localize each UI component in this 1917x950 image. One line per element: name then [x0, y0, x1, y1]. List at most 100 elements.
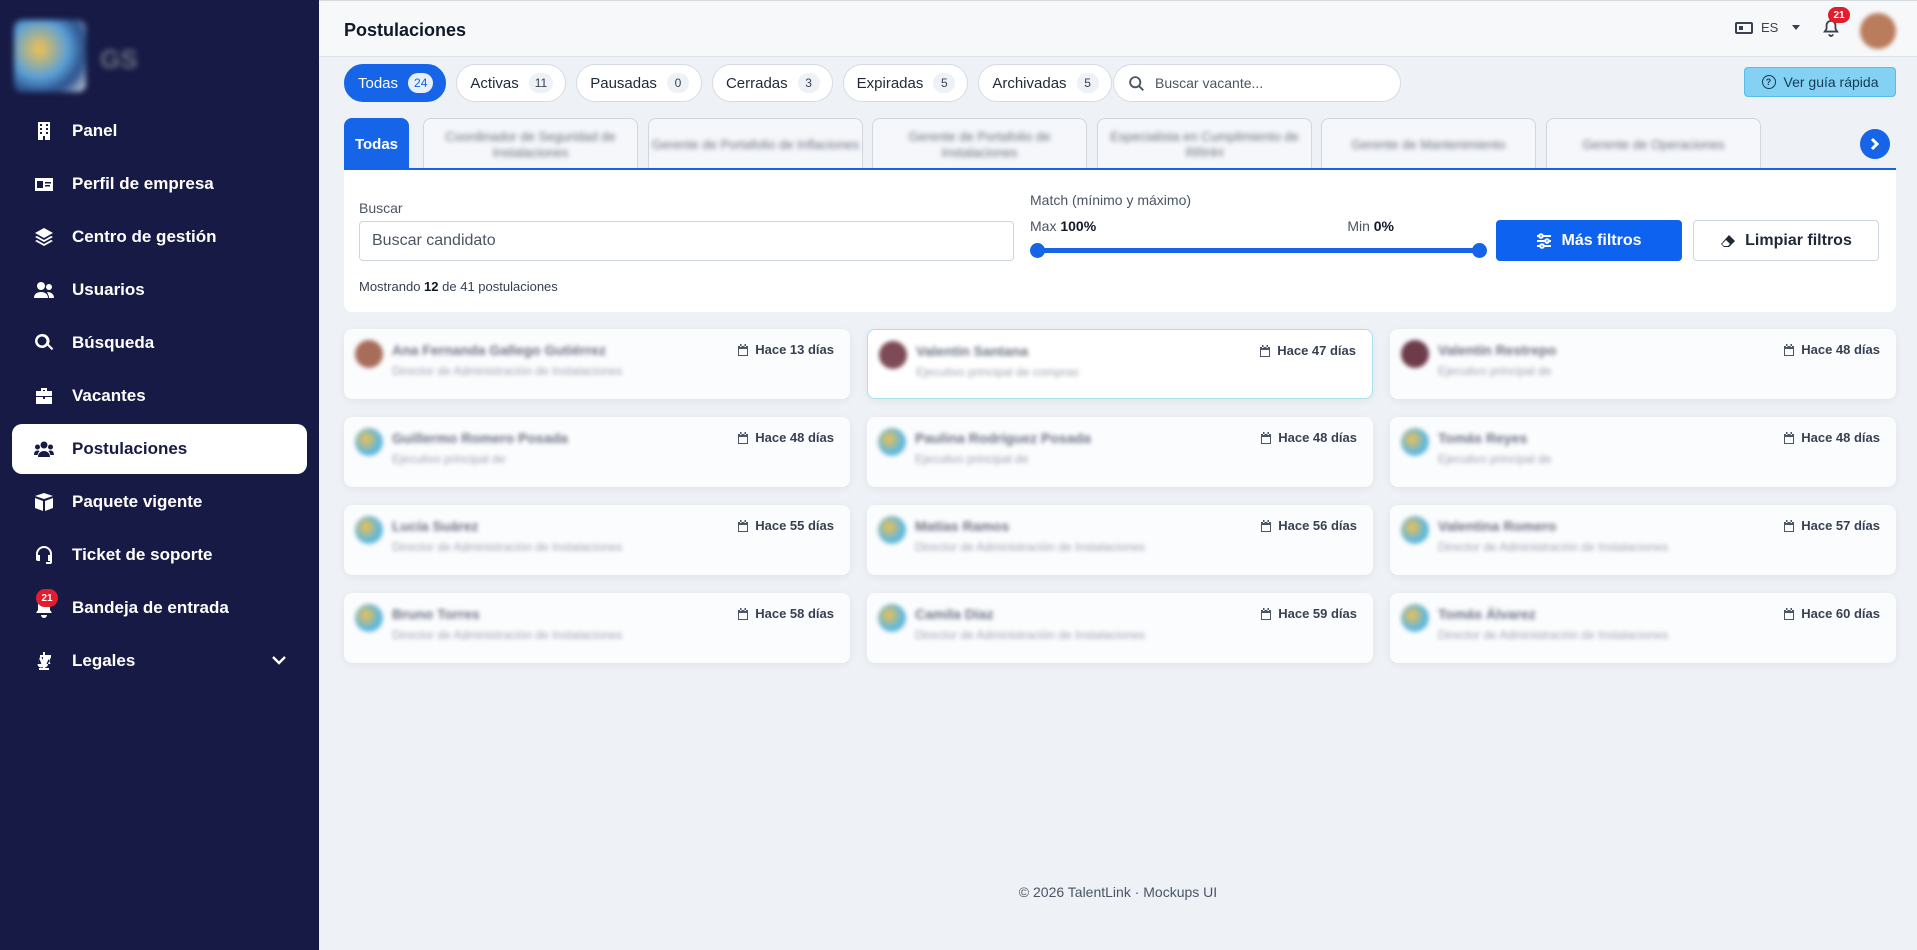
- sidebar-item-panel[interactable]: Panel: [12, 106, 307, 156]
- clear-filters-button[interactable]: Limpiar filtros: [1693, 220, 1879, 261]
- match-range-max-handle[interactable]: [1030, 243, 1045, 258]
- match-range-min-handle[interactable]: [1472, 243, 1487, 258]
- chip-label: Expiradas: [856, 74, 924, 92]
- applied-date-text: Hace 48 días: [755, 430, 834, 445]
- candidate-card[interactable]: Tomás Álvarez Director de Administración…: [1390, 593, 1896, 663]
- candidate-title: Director de Administración de Instalacio…: [1438, 540, 1669, 554]
- applied-date-text: Hace 48 días: [1801, 342, 1880, 357]
- calendar-icon: [1260, 344, 1271, 357]
- candidate-title: Director de Administración de Instalacio…: [915, 628, 1146, 642]
- chip-label: Todas: [358, 74, 399, 92]
- applied-date: Hace 60 días: [1783, 606, 1880, 621]
- sidebar-item-label: Ticket de soporte: [72, 545, 213, 564]
- avatar[interactable]: [1860, 13, 1896, 49]
- sidebar-item-legal[interactable]: Legales: [12, 636, 307, 686]
- candidate-card[interactable]: Matías Ramos Director de Administración …: [867, 505, 1373, 575]
- chip-archivadas[interactable]: Archivadas 5: [978, 64, 1112, 102]
- company-logo[interactable]: GS: [14, 20, 144, 92]
- sidebar-item-inbox[interactable]: 21 Bandeja de entrada: [12, 583, 307, 633]
- building-icon: [32, 119, 56, 143]
- applied-date: Hace 58 días: [737, 606, 834, 621]
- chip-pausadas[interactable]: Pausadas 0: [576, 64, 702, 102]
- logo-text: GS: [100, 44, 138, 74]
- tab-todas[interactable]: Todas: [344, 118, 409, 168]
- candidate-card[interactable]: Guillermo Romero Posada Ejecutivo princi…: [344, 417, 850, 487]
- candidate-card[interactable]: Ana Fernanda Gallego Gutiérrez Director …: [344, 329, 850, 399]
- chip-activas[interactable]: Activas 11: [456, 64, 567, 102]
- calendar-icon: [1261, 519, 1272, 532]
- match-range-track[interactable]: [1038, 248, 1480, 253]
- calendar-icon: [1784, 343, 1795, 356]
- sidebar-item-vacancies[interactable]: Vacantes: [12, 371, 307, 421]
- candidate-card[interactable]: Valentina Romero Director de Administrac…: [1390, 505, 1896, 575]
- users-icon: [32, 278, 56, 302]
- applied-date: Hace 55 días: [737, 518, 834, 533]
- sidebar-item-current-package[interactable]: Paquete vigente: [12, 477, 307, 527]
- tab-vacancy[interactable]: Gerente de Operaciones: [1546, 118, 1761, 168]
- match-min-label: Min: [1347, 218, 1370, 234]
- avatar: [355, 516, 383, 544]
- tab-vacancy[interactable]: Coordinador de Seguridad de Instalacione…: [423, 118, 638, 168]
- candidate-card[interactable]: Tomás Reyes Ejecutivo principal de Hace …: [1390, 417, 1896, 487]
- top-bar: Postulaciones ES 21: [319, 0, 1917, 57]
- search-label: Buscar: [359, 200, 403, 216]
- sidebar-item-users[interactable]: Usuarios: [12, 265, 307, 315]
- candidate-card[interactable]: Valentín Restrepo Ejecutivo principal de…: [1390, 329, 1896, 399]
- candidate-name: Valentín Restrepo: [1438, 342, 1557, 358]
- sidebar-item-management-center[interactable]: Centro de gestión: [12, 212, 307, 262]
- candidate-card[interactable]: Bruno Torres Director de Administración …: [344, 593, 850, 663]
- chip-todas[interactable]: Todas 24: [344, 64, 447, 102]
- headset-icon: [32, 543, 56, 567]
- candidate-card[interactable]: Valentín Santana Ejecutivo principal de …: [867, 329, 1373, 399]
- chip-label: Cerradas: [725, 74, 788, 92]
- candidate-name: Valentina Romero: [1438, 518, 1557, 534]
- tab-vacancy[interactable]: Gerente de Mantenimiento: [1321, 118, 1536, 168]
- chevron-down-icon[interactable]: [271, 652, 287, 668]
- quick-guide-button[interactable]: ? Ver guía rápida: [1744, 67, 1896, 97]
- search-icon: [1129, 75, 1144, 91]
- candidate-card[interactable]: Camila Díaz Director de Administración d…: [867, 593, 1373, 663]
- chip-expiradas[interactable]: Expiradas 5: [842, 64, 969, 102]
- vacancy-search-input[interactable]: [1155, 75, 1375, 91]
- tab-vacancy[interactable]: Gerente de Portafolio de Inflaciones: [648, 118, 863, 168]
- calendar-icon: [1784, 607, 1795, 620]
- sidebar-item-support-ticket[interactable]: Ticket de soporte: [12, 530, 307, 580]
- calendar-icon: [1261, 431, 1272, 444]
- filter-panel: Buscar Match (mínimo y máximo) Max 100% …: [344, 170, 1896, 312]
- chevron-right-icon: [1870, 137, 1880, 151]
- language-selector[interactable]: ES: [1735, 20, 1801, 35]
- sidebar-item-company-profile[interactable]: Perfil de empresa: [12, 159, 307, 209]
- more-filters-button[interactable]: Más filtros: [1496, 220, 1682, 261]
- scale-icon: [32, 649, 56, 673]
- clear-filters-label: Limpiar filtros: [1745, 231, 1852, 249]
- tab-vacancy[interactable]: Gerente de Portafolio de Instalaciones: [872, 118, 1087, 168]
- tab-label: Gerente de Operaciones: [1582, 136, 1725, 152]
- applied-date: Hace 47 días: [1259, 343, 1356, 358]
- calendar-icon: [738, 343, 749, 356]
- candidate-card[interactable]: Paulina Rodríguez Posada Ejecutivo princ…: [867, 417, 1373, 487]
- applied-date: Hace 48 días: [737, 430, 834, 445]
- avatar: [878, 604, 906, 632]
- match-max-value: 100%: [1060, 218, 1097, 234]
- sidebar-item-label: Panel: [72, 121, 118, 140]
- applied-date-text: Hace 47 días: [1277, 343, 1356, 358]
- calendar-icon: [1784, 519, 1795, 532]
- applied-date-text: Hace 57 días: [1801, 518, 1880, 533]
- users-group-icon: [32, 437, 56, 461]
- candidate-name: Valentín Santana: [916, 343, 1029, 359]
- tabs-next-button[interactable]: [1860, 129, 1890, 159]
- tab-label: Gerente de Mantenimiento: [1351, 136, 1506, 152]
- sidebar-item-search[interactable]: Búsqueda: [12, 318, 307, 368]
- match-min-value: 0%: [1373, 218, 1394, 234]
- avatar: [879, 341, 907, 369]
- language-code: ES: [1761, 20, 1779, 35]
- chip-cerradas[interactable]: Cerradas 3: [711, 64, 833, 102]
- candidate-search-input[interactable]: [359, 221, 1014, 261]
- candidate-card[interactable]: Lucía Suárez Director de Administración …: [344, 505, 850, 575]
- sidebar-item-applications[interactable]: Postulaciones: [12, 424, 307, 474]
- tab-vacancy[interactable]: Especialista en Cumplimiento de RRHH: [1097, 118, 1312, 168]
- candidate-title: Director de Administración de Instalacio…: [392, 540, 623, 554]
- candidate-name: Matías Ramos: [915, 518, 1010, 534]
- applied-date: Hace 48 días: [1783, 342, 1880, 357]
- calendar-icon: [738, 431, 749, 444]
